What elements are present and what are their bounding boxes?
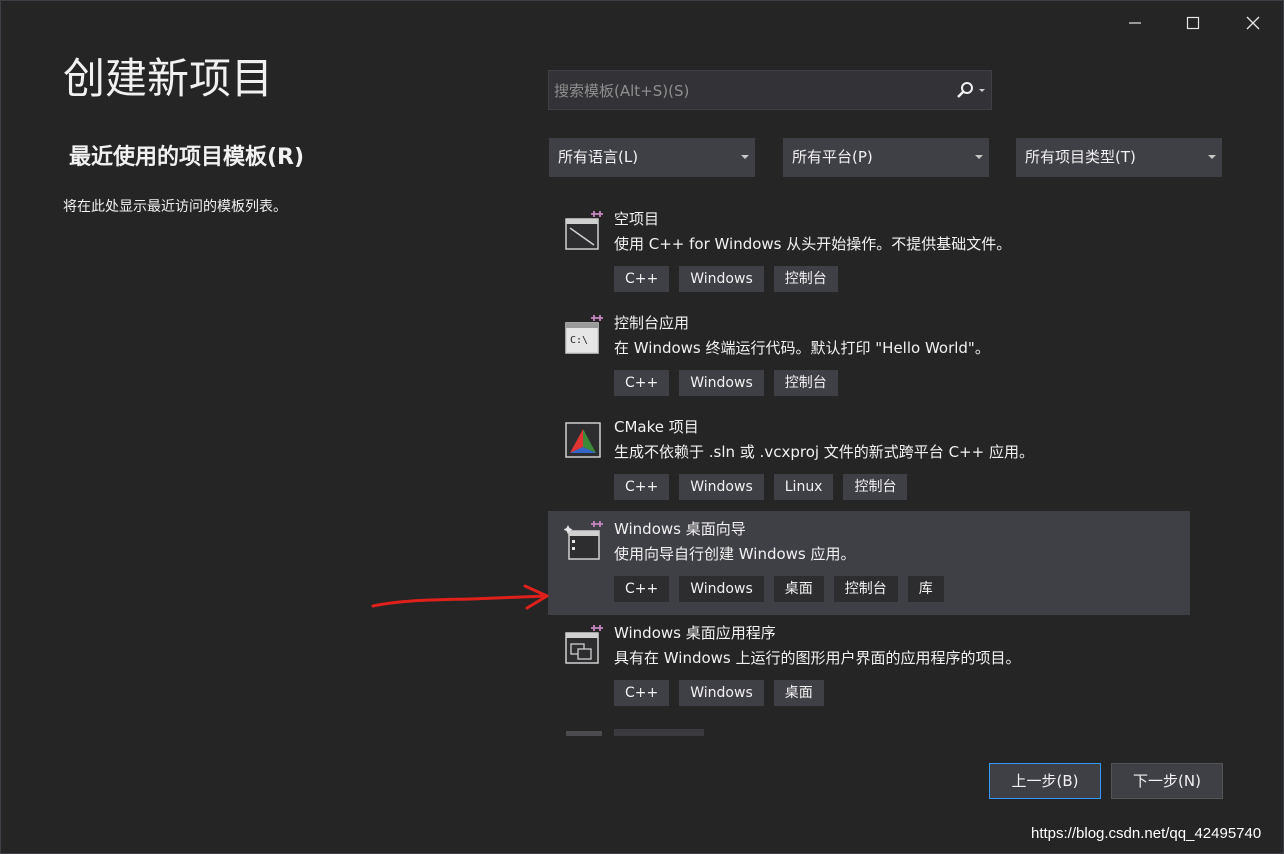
console-app-icon: C:\ — [565, 315, 603, 354]
template-tags: C++ Windows Linux 控制台 — [614, 474, 908, 500]
search-icon[interactable] — [953, 81, 987, 101]
recent-templates-empty-text: 将在此处显示最近访问的模板列表。 — [63, 199, 287, 215]
template-tags: C++ Windows 桌面 控制台 库 — [614, 576, 944, 602]
tag: C++ — [614, 576, 670, 602]
tag: 控制台 — [843, 474, 908, 500]
tag: Linux — [773, 474, 834, 500]
platform-filter-label: 所有平台(P) — [792, 148, 873, 166]
tag: 桌面 — [773, 680, 824, 706]
tag: 控制台 — [833, 576, 898, 602]
close-button[interactable] — [1223, 1, 1283, 45]
template-list[interactable]: 空项目 使用 C++ for Windows 从头开始操作。不提供基础文件。 C… — [548, 201, 1190, 736]
language-filter-dropdown[interactable]: 所有语言(L) — [549, 138, 755, 177]
template-description: 具有在 Windows 上运行的图形用户界面的应用程序的项目。 — [614, 649, 1021, 667]
template-tags: C++ Windows 控制台 — [614, 370, 838, 396]
chevron-down-icon — [975, 155, 983, 159]
template-name: Windows 桌面应用程序 — [614, 624, 776, 642]
template-description: 使用向导自行创建 Windows 应用。 — [614, 545, 856, 563]
chevron-down-icon — [1208, 155, 1216, 159]
next-button[interactable]: 下一步(N) — [1111, 763, 1223, 799]
template-item-desktop-wizard[interactable]: Windows 桌面向导 使用向导自行创建 Windows 应用。 C++ Wi… — [548, 511, 1190, 615]
svg-text:C:\: C:\ — [570, 335, 588, 346]
template-name: Windows 桌面向导 — [614, 520, 746, 538]
template-tags: C++ Windows 控制台 — [614, 266, 838, 292]
recent-templates-heading: 最近使用的项目模板(R) — [69, 145, 305, 170]
empty-project-icon — [565, 211, 603, 250]
tag: C++ — [614, 370, 670, 396]
create-project-window: 创建新项目 最近使用的项目模板(R) 将在此处显示最近访问的模板列表。 所有语言… — [0, 0, 1284, 854]
template-item-partial-text — [614, 729, 704, 736]
tag: 库 — [907, 576, 944, 602]
platform-filter-dropdown[interactable]: 所有平台(P) — [783, 138, 989, 177]
template-description: 在 Windows 终端运行代码。默认打印 "Hello World"。 — [614, 339, 990, 357]
template-description: 使用 C++ for Windows 从头开始操作。不提供基础文件。 — [614, 235, 1012, 253]
template-description: 生成不依赖于 .sln 或 .vcxproj 文件的新式跨平台 C++ 应用。 — [614, 443, 1034, 461]
tag: Windows — [679, 266, 764, 292]
watermark: https://blog.csdn.net/qq_42495740 — [1031, 825, 1262, 842]
tag: Windows — [679, 576, 764, 602]
tag: C++ — [614, 680, 670, 706]
back-button[interactable]: 上一步(B) — [989, 763, 1101, 799]
tag: 桌面 — [773, 576, 824, 602]
tag: 控制台 — [773, 266, 838, 292]
template-item-partial-icon — [566, 731, 602, 736]
desktop-wizard-icon — [564, 521, 603, 560]
close-icon — [1246, 16, 1260, 30]
maximize-button[interactable] — [1163, 1, 1223, 45]
template-name: 空项目 — [614, 210, 660, 228]
minimize-button[interactable] — [1105, 1, 1165, 45]
project-type-filter-dropdown[interactable]: 所有项目类型(T) — [1016, 138, 1222, 177]
tag: C++ — [614, 474, 670, 500]
template-item-desktop-app[interactable]: Windows 桌面应用程序 具有在 Windows 上运行的图形用户界面的应用… — [548, 615, 1190, 719]
template-item-cmake-project[interactable]: CMake 项目 生成不依赖于 .sln 或 .vcxproj 文件的新式跨平台… — [548, 409, 1190, 513]
desktop-app-icon — [565, 625, 603, 664]
search-input[interactable] — [549, 71, 956, 111]
template-name: CMake 项目 — [614, 418, 699, 436]
maximize-icon — [1186, 16, 1200, 30]
annotation-arrow — [371, 584, 549, 610]
cmake-icon — [565, 422, 601, 458]
minimize-icon — [1129, 22, 1141, 24]
template-tags: C++ Windows 桌面 — [614, 680, 824, 706]
page-title: 创建新项目 — [63, 54, 274, 103]
template-item-empty-project[interactable]: 空项目 使用 C++ for Windows 从头开始操作。不提供基础文件。 C… — [548, 201, 1190, 305]
template-item-console-app[interactable]: C:\ 控制台应用 在 Windows 终端运行代码。默认打印 "Hello W… — [548, 305, 1190, 409]
language-filter-label: 所有语言(L) — [558, 148, 639, 166]
search-box[interactable] — [548, 70, 992, 111]
tag: Windows — [679, 680, 764, 706]
tag: Windows — [679, 370, 764, 396]
tag: C++ — [614, 266, 670, 292]
tag: 控制台 — [773, 370, 838, 396]
chevron-down-icon — [741, 155, 749, 159]
tag: Windows — [679, 474, 764, 500]
project-type-filter-label: 所有项目类型(T) — [1025, 148, 1136, 166]
template-name: 控制台应用 — [614, 314, 690, 332]
